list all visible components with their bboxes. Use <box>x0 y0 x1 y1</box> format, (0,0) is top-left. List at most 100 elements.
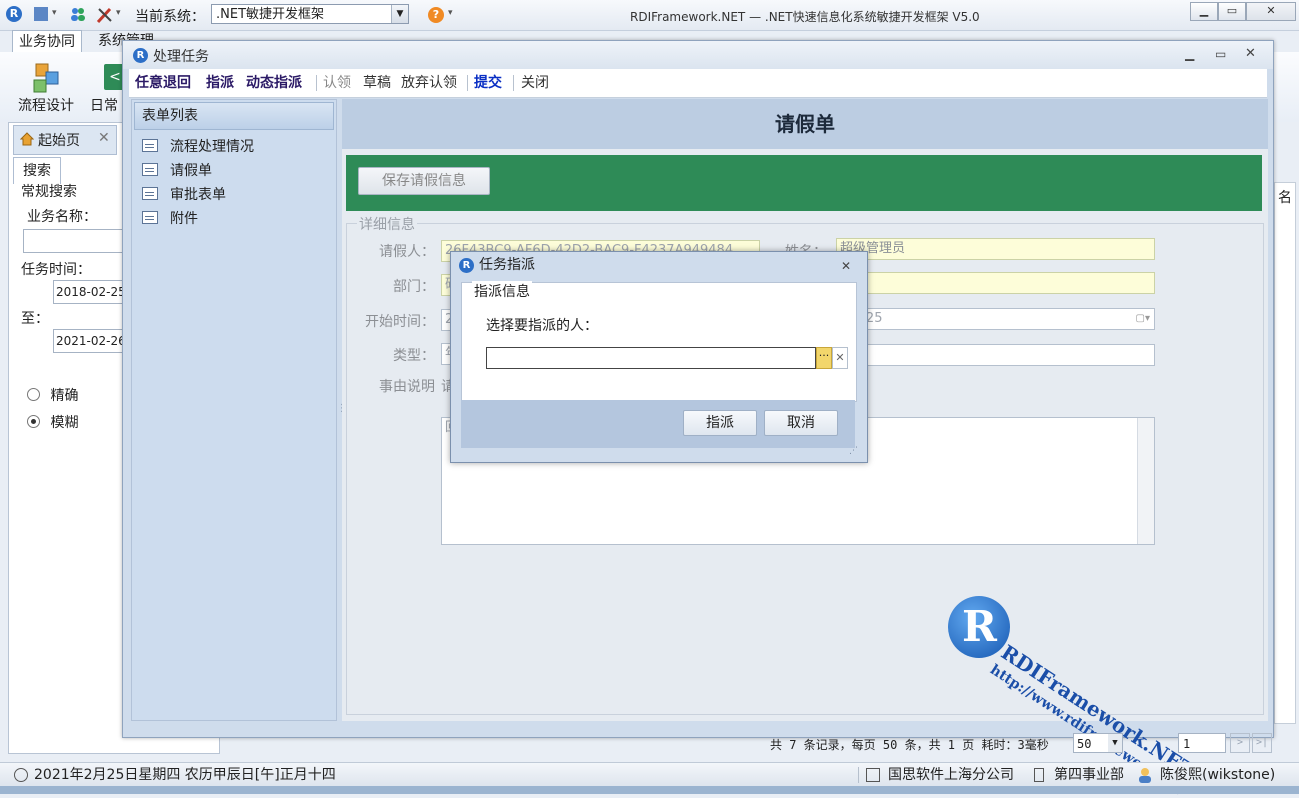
radio-fuzzy-label: 模糊 <box>50 415 79 431</box>
search-group-title: 常规搜索 <box>21 184 77 200</box>
assign-dialog-titlebar: R 任务指派 ✕ <box>451 252 867 278</box>
assign-info-group: 指派信息 选择要指派的人： ··· ✕ <box>461 281 857 402</box>
position-field[interactable]: 师 <box>836 272 1155 294</box>
submit-button[interactable]: 提交 <box>474 73 502 93</box>
user-icon <box>1138 767 1152 783</box>
help-icon[interactable]: ? <box>428 7 444 23</box>
abandon-claim-button[interactable]: 放弃认领 <box>401 73 457 93</box>
close-button[interactable]: ✕ <box>1245 46 1256 61</box>
next-page-button[interactable]: > <box>1230 733 1250 753</box>
system-select-value: .NET敏捷开发框架 <box>216 7 325 22</box>
task-toolbar: 任意退回 指派 动态指派 认领 草稿 放弃认领 提交 关闭 <box>129 69 1267 98</box>
task-time-label: 任务时间： <box>21 262 91 278</box>
calendar-icon[interactable]: ▢▾ <box>1136 309 1150 329</box>
form-list-item-attachment[interactable]: 附件 <box>142 208 198 230</box>
radio-fuzzy[interactable]: 模糊 <box>27 412 78 432</box>
chevron-down-icon[interactable]: ▼ <box>1108 734 1122 752</box>
assign-dialog-buttons: 指派 取消 <box>461 400 855 448</box>
chevron-down-icon[interactable]: ▼ <box>391 5 408 23</box>
form-icon <box>142 187 158 200</box>
clear-icon[interactable]: ✕ <box>832 347 848 369</box>
last-page-button[interactable]: >| <box>1252 733 1272 753</box>
assignee-input[interactable] <box>486 347 816 369</box>
building-icon <box>866 768 880 782</box>
close-icon[interactable]: ✕ <box>841 253 851 279</box>
end-time-field[interactable]: -02-25 ▢▾ <box>836 308 1155 330</box>
ribbon-flow-design-label[interactable]: 流程设计 <box>18 95 74 115</box>
tab-start-page-label: 起始页 <box>38 133 80 149</box>
form-list-item-approval[interactable]: 审批表单 <box>142 184 226 206</box>
close-form-button[interactable]: 关闭 <box>521 73 549 93</box>
status-org: 国思软件上海分公司 <box>888 767 1014 783</box>
form-list-item-label: 附件 <box>170 211 198 227</box>
close-button[interactable]: ✕ <box>1246 2 1296 21</box>
minimize-button[interactable]: ▁ <box>1190 2 1218 21</box>
tab-start-page[interactable]: 起始页 ✕ <box>13 125 117 155</box>
toolbar-divider <box>513 75 514 91</box>
app-logo-icon: R <box>133 48 148 63</box>
maximize-button[interactable]: ▭ <box>1218 2 1246 21</box>
flow-design-icon[interactable] <box>30 62 64 94</box>
biz-name-label: 业务名称： <box>27 209 97 225</box>
page-number-input[interactable]: 1 <box>1178 733 1226 753</box>
name-field[interactable]: 超级管理员 <box>836 238 1155 260</box>
tab-business[interactable]: 业务协同 <box>12 30 82 53</box>
ribbon-daily-label[interactable]: 日常 <box>90 95 118 115</box>
page-size-select[interactable]: 50 ▼ <box>1073 733 1123 753</box>
claim-button[interactable]: 认领 <box>323 73 351 93</box>
dynamic-assign-button[interactable]: 动态指派 <box>246 73 302 93</box>
toolbar-divider <box>467 75 468 91</box>
biz-name-input[interactable] <box>23 229 125 253</box>
os-taskbar <box>0 786 1299 794</box>
maximize-button[interactable]: ▭ <box>1215 47 1226 61</box>
radio-exact-circle[interactable] <box>27 388 40 401</box>
radio-exact[interactable]: 精确 <box>27 385 78 405</box>
to-label: 至： <box>21 311 49 327</box>
grid-scroll-edge[interactable]: 名 <box>1274 182 1296 724</box>
resize-grip-icon[interactable]: ⋰ <box>849 446 858 456</box>
assign-cancel-button[interactable]: 取消 <box>764 410 838 436</box>
browse-icon[interactable]: ··· <box>816 347 832 369</box>
chevron-down-icon[interactable]: ▾ <box>116 8 121 18</box>
form-title: 请假单 <box>342 99 1268 149</box>
radio-fuzzy-circle[interactable] <box>27 415 40 428</box>
watermark-logo-icon: R <box>962 602 997 651</box>
users-icon[interactable] <box>70 7 86 21</box>
child-titlebar: R 处理任务 ▁ ▭ ✕ <box>123 41 1273 69</box>
form-list-item-label: 请假单 <box>170 163 212 179</box>
days-field[interactable] <box>836 344 1155 366</box>
chevron-down-icon[interactable]: ▾ <box>52 8 57 18</box>
assign-confirm-button[interactable]: 指派 <box>683 410 757 436</box>
form-list-header: 表单列表 <box>134 102 334 130</box>
toolbar-divider <box>316 75 317 91</box>
system-select[interactable]: .NET敏捷开发框架 ▼ <box>211 4 409 24</box>
assign-button[interactable]: 指派 <box>206 73 234 93</box>
department-label: 部门： <box>393 279 435 295</box>
form-list-item-leave[interactable]: 请假单 <box>142 160 212 182</box>
minimize-button[interactable]: ▁ <box>1185 47 1194 61</box>
textarea-scrollbar[interactable] <box>1137 418 1154 544</box>
child-title: 处理任务 <box>153 49 209 65</box>
draft-button[interactable]: 草稿 <box>363 73 391 93</box>
form-list-item-flow[interactable]: 流程处理情况 <box>142 136 254 158</box>
applicant-label: 请假人： <box>379 244 435 260</box>
chevron-down-icon[interactable]: ▾ <box>448 8 453 18</box>
date-to-input[interactable]: 2021-02-26 <box>53 329 127 353</box>
arbitrary-return-button[interactable]: 任意退回 <box>135 73 191 93</box>
watermark-logo: R <box>948 596 1010 658</box>
tools-icon[interactable] <box>96 6 114 24</box>
status-user: 陈俊熙(wikstone) <box>1160 767 1276 783</box>
assign-dialog: R 任务指派 ✕ 指派信息 选择要指派的人： ··· ✕ 指派 取消 ⋰ <box>450 251 868 463</box>
date-from-input[interactable]: 2018-02-25 <box>53 280 127 304</box>
org-tree-icon[interactable] <box>34 7 48 21</box>
pager-summary: 共 7 条记录，每页 50 条，共 1 页 耗时：3毫秒 <box>770 738 1049 752</box>
form-icon <box>142 163 158 176</box>
save-leave-button[interactable]: 保存请假信息 <box>358 167 490 195</box>
close-icon[interactable]: ✕ <box>98 130 110 146</box>
app-logo-icon: R <box>459 258 474 273</box>
statusbar: 2021年2月25日星期四 农历甲辰日[午]正月十四 国思软件上海分公司 第四事… <box>0 762 1299 787</box>
assign-prompt: 选择要指派的人： <box>486 318 598 334</box>
clock-icon <box>14 768 28 782</box>
window-title: RDIFramework.NET — .NET快速信息化系统敏捷开发框架 V5.… <box>630 10 980 24</box>
tab-search[interactable]: 搜索 <box>13 157 61 184</box>
